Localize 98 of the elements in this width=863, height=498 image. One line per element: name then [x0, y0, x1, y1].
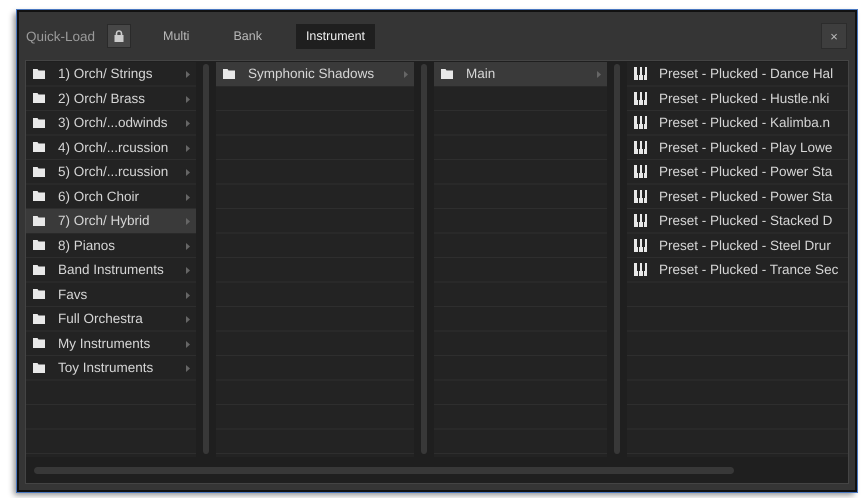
item-label: Preset - Plucked - Steel Drur — [659, 238, 832, 253]
item-label: 7) Orch/ Hybrid — [58, 213, 151, 228]
instrument-item[interactable]: Preset - Plucked - Kalimba.n — [627, 111, 848, 134]
expand-arrow-icon — [597, 71, 601, 78]
folder-item[interactable]: 3) Orch/...odwinds — [26, 111, 196, 134]
piano-keys-icon — [634, 140, 646, 154]
folder-icon — [33, 216, 45, 226]
expand-arrow-icon — [186, 242, 190, 250]
folder-icon — [33, 142, 45, 152]
expand-arrow-icon — [404, 71, 408, 78]
folder-item[interactable]: Band Instruments — [26, 258, 196, 282]
item-label: My Instruments — [58, 336, 152, 351]
instrument-item[interactable]: Preset - Plucked - Trance Sec — [627, 258, 848, 282]
folder-icon — [33, 118, 45, 128]
quick-load-title: Quick-Load — [26, 28, 96, 44]
expand-arrow-icon — [186, 316, 190, 324]
item-label: Preset - Plucked - Play Lowe — [659, 140, 834, 155]
folder-icon — [33, 314, 45, 324]
folder-item[interactable]: 6) Orch Choir — [26, 184, 196, 208]
folder-item[interactable]: 5) Orch/...rcussion — [26, 160, 196, 184]
folder-item[interactable]: 2) Orch/ Brass — [26, 86, 196, 110]
folder-icon — [33, 264, 45, 275]
piano-keys-icon — [634, 238, 646, 252]
instrument-item[interactable]: Preset - Plucked - Power Sta — [627, 184, 848, 208]
piano-keys-icon — [634, 214, 646, 228]
item-label: Preset - Plucked - Power Sta — [659, 188, 834, 204]
folder-icon — [33, 362, 45, 373]
folder-icon — [33, 338, 45, 348]
item-label: 6) Orch Choir — [58, 188, 140, 204]
instrument-item[interactable]: Preset - Plucked - Play Lowe — [627, 136, 848, 159]
item-label: Preset - Plucked - Power Sta — [659, 164, 834, 180]
tab[interactable]: Multi — [153, 24, 200, 48]
item-label: 2) Orch/ Brass — [58, 90, 146, 106]
expand-arrow-icon — [186, 96, 190, 103]
instrument-item[interactable]: Preset - Plucked - Dance Hal — [627, 62, 848, 86]
item-label: 5) Orch/...rcussion — [58, 164, 170, 180]
folder-item[interactable]: 4) Orch/...rcussion — [26, 136, 196, 159]
item-label: 4) Orch/...rcussion — [58, 140, 170, 155]
horizontal-scrollbar[interactable] — [34, 466, 734, 474]
item-label: Preset - Plucked - Dance Hal — [659, 66, 834, 82]
folder-icon — [33, 166, 45, 177]
folder-icon — [33, 240, 45, 250]
item-label: 1) Orch/ Strings — [58, 66, 154, 82]
instrument-item[interactable]: Preset - Plucked - Hustle.nki — [627, 86, 848, 110]
tab[interactable]: Instrument — [296, 24, 376, 48]
folder-icon — [33, 191, 45, 202]
expand-arrow-icon — [186, 340, 190, 348]
piano-keys-icon — [634, 263, 646, 276]
vertical-scrollbar[interactable] — [203, 64, 209, 454]
expand-arrow-icon — [186, 169, 190, 176]
close-button[interactable]: × — [821, 23, 847, 49]
item-label: 3) Orch/...odwinds — [58, 115, 169, 130]
lock-icon — [114, 30, 124, 42]
folder-item[interactable]: Toy Instruments — [26, 356, 196, 380]
item-label: Toy Instruments — [58, 360, 154, 376]
folder-item[interactable]: Main — [434, 62, 607, 86]
vertical-scrollbar[interactable] — [614, 64, 620, 454]
item-label: Preset - Plucked - Kalimba.n — [659, 115, 832, 130]
folder-item[interactable]: Full Orchestra — [26, 307, 196, 330]
expand-arrow-icon — [186, 71, 190, 78]
folder-icon — [223, 68, 235, 79]
item-label: Preset - Plucked - Stacked D — [659, 213, 834, 228]
folder-item[interactable]: Symphonic Shadows — [216, 62, 414, 86]
item-label: Symphonic Shadows — [248, 66, 376, 82]
item-label: Favs — [58, 286, 88, 302]
item-label: 8) Pianos — [58, 238, 116, 253]
piano-keys-icon — [634, 92, 646, 105]
piano-keys-icon — [634, 116, 646, 130]
expand-arrow-icon — [186, 292, 190, 299]
piano-keys-icon — [634, 190, 646, 203]
piano-keys-icon — [634, 67, 646, 80]
folder-item[interactable]: My Instruments — [26, 332, 196, 355]
lock-button[interactable] — [107, 24, 132, 48]
folder-item[interactable]: 1) Orch/ Strings — [26, 62, 196, 86]
expand-arrow-icon — [186, 194, 190, 201]
folder-item[interactable]: Favs — [26, 282, 196, 306]
item-label: Preset - Plucked - Hustle.nki — [659, 90, 830, 106]
folder-icon — [441, 68, 453, 79]
folder-item[interactable]: 8) Pianos — [26, 234, 196, 257]
instrument-item[interactable]: Preset - Plucked - Power Sta — [627, 160, 848, 184]
expand-arrow-icon — [186, 365, 190, 372]
tab[interactable]: Bank — [223, 24, 272, 48]
expand-arrow-icon — [186, 120, 190, 128]
item-label: Main — [466, 66, 496, 82]
item-label: Preset - Plucked - Trance Sec — [659, 262, 840, 278]
folder-icon — [33, 289, 45, 300]
folder-item[interactable]: 7) Orch/ Hybrid — [26, 209, 196, 232]
vertical-scrollbar[interactable] — [421, 64, 427, 454]
expand-arrow-icon — [186, 144, 190, 152]
expand-arrow-icon — [186, 218, 190, 226]
item-label: Full Orchestra — [58, 311, 144, 326]
item-label: Band Instruments — [58, 262, 165, 278]
piano-keys-icon — [634, 165, 646, 178]
folder-icon — [33, 93, 45, 104]
expand-arrow-icon — [186, 267, 190, 274]
instrument-item[interactable]: Preset - Plucked - Steel Drur — [627, 234, 848, 257]
folder-icon — [33, 68, 45, 79]
instrument-item[interactable]: Preset - Plucked - Stacked D — [627, 209, 848, 232]
